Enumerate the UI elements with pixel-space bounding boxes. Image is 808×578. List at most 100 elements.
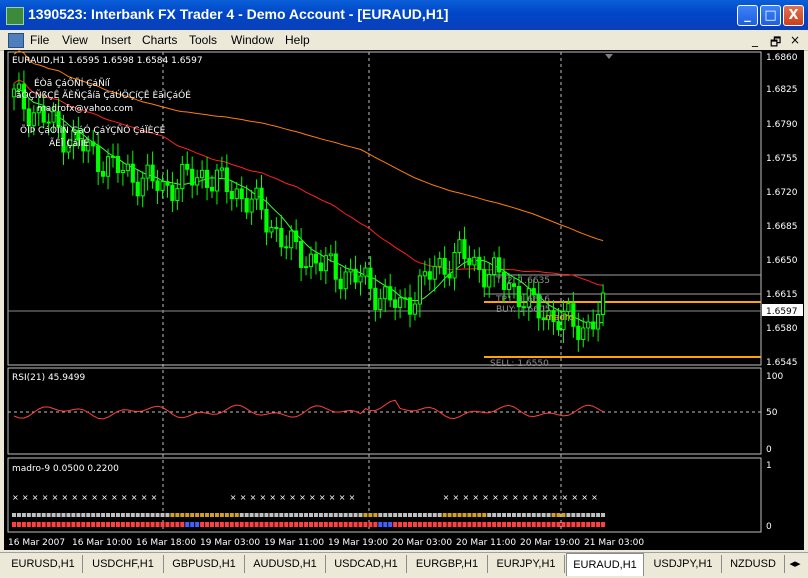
window-title-bar[interactable]: 1390523: Interbank FX Trader 4 - Demo Ac… [0, 0, 808, 30]
madro-bar [224, 522, 229, 527]
tab-usdcad[interactable]: USDCAD,H1 [326, 555, 407, 573]
candle-body [323, 255, 328, 272]
menu-insert[interactable]: Insert [101, 33, 131, 47]
candle-body [31, 112, 36, 127]
madro-signal-square [56, 513, 61, 517]
candle-body [576, 325, 581, 340]
chart-window[interactable]: × × × × × × × × × × × × × × × × × × × × × × × × × × × × × × × × × × × × × × × ×… [4, 50, 804, 550]
madro-signal-square [526, 513, 531, 517]
madro-bar [318, 522, 323, 527]
madro-cross-mark: × [12, 493, 19, 502]
madro-cross-mark: × [532, 493, 539, 502]
madro-cross-mark: × [512, 493, 519, 502]
madro-signal-square [190, 513, 195, 517]
tab-gbpusd[interactable]: GBPUSD,H1 [164, 555, 245, 573]
candle-body [234, 188, 239, 200]
tab-nzdusd[interactable]: NZDUSD [722, 555, 785, 573]
madro-signal-square [304, 513, 309, 517]
maximize-button[interactable]: □ [760, 5, 781, 26]
menu-view[interactable]: View [62, 33, 88, 47]
madro-signal-square [309, 513, 313, 517]
candle-body [130, 163, 135, 183]
madro-bar [373, 522, 378, 527]
document-icon[interactable] [8, 33, 24, 48]
madro-cross-mark: × [329, 493, 336, 502]
tab-audusd[interactable]: AUDUSD,H1 [245, 555, 326, 573]
madro-signal-square [422, 513, 427, 517]
candle-body [190, 168, 195, 186]
madro-bar [259, 522, 264, 527]
madro-bar [269, 522, 274, 527]
madro-bar [26, 522, 31, 527]
madro-bar [442, 522, 447, 527]
minimize-button[interactable]: _ [737, 5, 758, 26]
madro-bar [294, 522, 299, 527]
menu-help[interactable]: Help [285, 33, 310, 47]
madro-signal-square [551, 513, 556, 517]
madro-bar [353, 522, 358, 527]
madro-bar [274, 522, 279, 527]
madro-signal-square [51, 513, 56, 517]
candle-body [437, 257, 442, 267]
madro-cross-mark: × [260, 493, 267, 502]
rsi-line [13, 399, 604, 420]
madro-cross-mark: × [22, 493, 29, 502]
mdi-close-button[interactable]: × [790, 33, 800, 47]
madro-signal-square [26, 513, 31, 517]
candle-body [165, 181, 170, 186]
tab-euraud[interactable]: EURAUD,H1 [566, 553, 644, 576]
price-chart[interactable]: × × × × × × × × × × × × × × × × × × × × × × × × × × × × × × × × × × × × × × × ×… [4, 50, 804, 550]
time-tick: 20 Mar 19:00 [520, 538, 580, 548]
tab-eurusd[interactable]: EURUSD,H1 [4, 555, 83, 573]
menu-tools[interactable]: Tools [189, 33, 217, 47]
price-tick: 1.6580 [766, 324, 798, 334]
madro-signal-square [135, 513, 140, 517]
tab-eurjpy[interactable]: EURJPY,H1 [488, 555, 565, 573]
madro-bar [328, 522, 333, 527]
candle-body [155, 180, 160, 191]
menu-file[interactable]: File [30, 33, 49, 47]
madro-signal-square [170, 513, 175, 517]
madro-cross-mark: × [269, 493, 276, 502]
madro-signal-square [299, 513, 304, 517]
time-tick: 20 Mar 03:00 [392, 538, 452, 548]
menu-window[interactable]: Window [231, 33, 274, 47]
madro-cross-mark: × [502, 493, 509, 502]
candle-body [393, 299, 398, 308]
candle-body [398, 297, 403, 308]
madro-bar [185, 522, 190, 527]
madro-signal-square [561, 513, 566, 517]
madro-bar [313, 522, 318, 527]
madro-cross-mark: × [453, 493, 460, 502]
candle-body [422, 271, 427, 277]
madro-scale-1: 1 [766, 461, 772, 471]
tab-usdjpy[interactable]: USDJPY,H1 [645, 555, 722, 573]
madro-cross-mark: × [111, 493, 118, 502]
tab-eurgbp[interactable]: EURGBP,H1 [407, 555, 488, 573]
tab-scroll-arrows[interactable]: ◂▸ [784, 555, 806, 573]
madro-signal-square [214, 513, 219, 517]
madro-signal-square [566, 513, 571, 517]
madro-cross-mark: × [131, 493, 138, 502]
madro-signal-square [259, 513, 264, 517]
madro-signal-square [125, 513, 130, 517]
sell-label: SELL: 1.6550 [490, 359, 549, 369]
madro-signal-square [511, 513, 516, 517]
time-tick: 16 Mar 2007 [8, 538, 65, 548]
madro-bar [56, 522, 61, 527]
candle-body [279, 227, 284, 248]
madro-cross-mark: × [151, 493, 158, 502]
madro-signal-square [472, 513, 477, 517]
madro-bar [383, 522, 388, 527]
ma-fast-line [13, 89, 604, 324]
tab-usdchf[interactable]: USDCHF,H1 [83, 555, 164, 573]
chart-shift-marker[interactable] [605, 54, 613, 59]
candle-body [600, 292, 606, 315]
candle-body [407, 297, 413, 315]
menu-charts[interactable]: Charts [142, 33, 177, 47]
madro-cross-mark: × [443, 493, 450, 502]
close-button[interactable]: X [783, 5, 804, 26]
mdi-minimize-button[interactable]: _ [752, 33, 758, 47]
madro-cross-mark: × [542, 493, 549, 502]
madro-signal-square [596, 513, 601, 517]
